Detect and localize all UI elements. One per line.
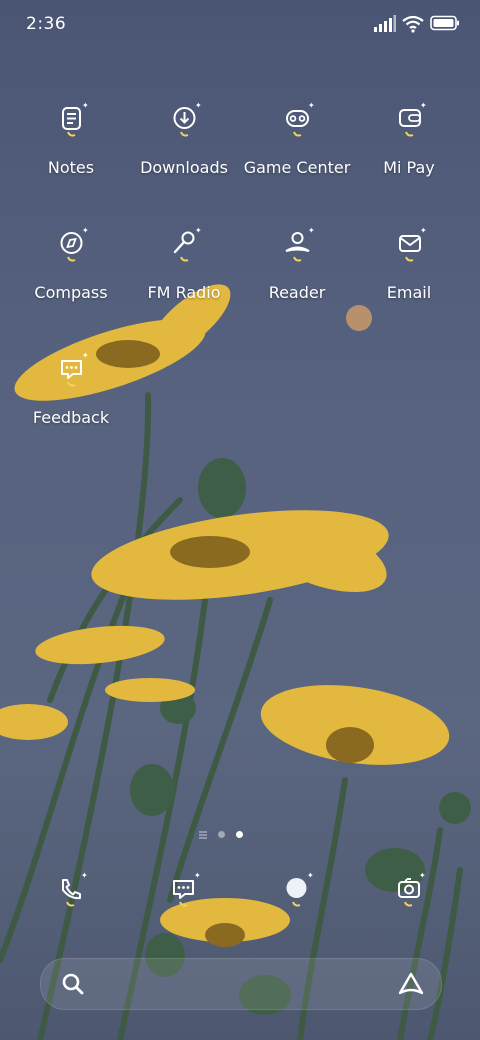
app-label: Email [386,283,432,302]
dock-camera[interactable]: ✦ [390,871,430,918]
compass-icon: ✦ [60,227,89,262]
svg-text:✦: ✦ [420,227,427,235]
app-feedback[interactable]: ✦ Feedback [15,352,127,452]
page-indicator[interactable] [198,828,250,842]
signal-icon [374,15,396,32]
assistant-icon[interactable] [397,971,425,997]
app-fm-radio[interactable]: ✦ FM Radio [128,227,240,327]
svg-text:✦: ✦ [308,227,315,235]
app-email[interactable]: ✦ Email [353,227,465,327]
envelope-icon: ✦ [399,227,427,262]
menu-lines-icon [199,831,207,839]
app-mi-pay[interactable]: ✦ Mi Pay [353,102,465,202]
wifi-icon [402,15,424,33]
app-label: Downloads [140,158,228,177]
reader-icon: ✦ [285,227,315,262]
svg-text:✦: ✦ [308,102,315,110]
search-bar[interactable] [40,958,442,1010]
microphone-icon: ✦ [173,227,202,262]
app-compass[interactable]: ✦ Compass [15,227,127,327]
app-notes[interactable]: ✦ Notes [15,102,127,202]
app-label: Game Center [243,158,351,177]
message-icon: ✦ [173,871,201,907]
gamepad-icon: ✦ [286,102,315,137]
dock-phone[interactable]: ✦ [52,871,92,918]
dock-messages[interactable]: ✦ [165,871,205,918]
app-label: Mi Pay [383,158,435,177]
wallet-icon: ✦ [399,102,427,137]
app-downloads[interactable]: ✦ Downloads [128,102,240,202]
svg-text:✦: ✦ [82,102,89,110]
svg-text:✦: ✦ [307,872,314,880]
browser-icon: ✦ [286,871,314,907]
svg-text:✦: ✦ [195,227,202,235]
notes-icon: ✦ [62,102,89,137]
svg-text:✦: ✦ [195,102,202,110]
svg-text:✦: ✦ [420,102,427,110]
svg-text:✦: ✦ [82,227,89,235]
app-label: FM Radio [147,283,221,302]
battery-icon [430,15,459,31]
app-game-center[interactable]: ✦ Game Center [241,102,353,202]
svg-text:✦: ✦ [419,872,426,880]
dock-browser[interactable]: ✦ [278,871,318,918]
search-icon[interactable] [61,972,85,996]
app-label: Notes [47,158,95,177]
download-icon: ✦ [173,102,202,137]
app-label: Compass [34,283,108,302]
svg-text:✦: ✦ [194,872,201,880]
app-label: Reader [268,283,326,302]
page-dot[interactable] [218,831,225,838]
status-time: 2:36 [26,14,67,34]
app-reader[interactable]: ✦ Reader [241,227,353,327]
svg-text:✦: ✦ [81,872,88,880]
status-bar: 2:36 [0,0,480,52]
phone-icon: ✦ [62,871,88,907]
svg-text:✦: ✦ [82,352,89,360]
camera-icon: ✦ [398,871,426,907]
page-dot-active[interactable] [236,831,243,838]
app-label: Feedback [32,408,110,427]
chat-bubble-icon: ✦ [61,352,89,387]
